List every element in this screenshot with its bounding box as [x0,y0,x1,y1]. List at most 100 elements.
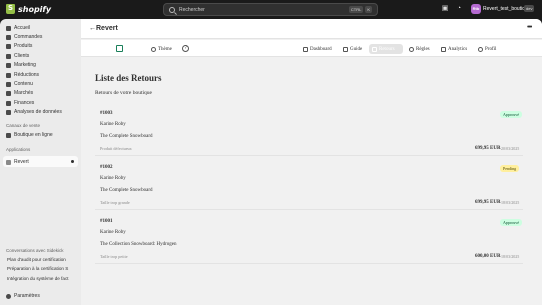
shortcut-key: K [365,6,372,13]
customer-name: Karine Roby [100,230,126,235]
sidebar-item-clients[interactable]: Clients [6,52,29,60]
sidebar-item-reductions[interactable]: Réductions [6,71,39,79]
sidebar-item-label: Revert [14,159,29,165]
sidebar-item-revert[interactable]: Revert [6,158,29,166]
status-badge: Approuvé [500,111,522,118]
app-navigation: Thème ? Dashboard Guide Retours Règles A… [81,40,542,57]
chart-icon [6,109,11,115]
return-number: #1001 [100,219,113,224]
sidekick-icon[interactable]: ▣ [441,5,449,13]
product-name: The Complete Snowboard [100,188,153,193]
tab-theme[interactable]: Thème [148,44,175,54]
more-actions-icon[interactable]: ••• [527,24,532,31]
return-card[interactable]: #1001 Approuvé Karine Roby The Collectio… [95,214,523,264]
user-icon [478,46,483,52]
tab-label: Retours [379,46,395,52]
sidebar-item-online-store[interactable]: Boutique en ligne [6,131,53,139]
return-reason: Taille trop grande [100,200,130,205]
conversations-heading[interactable]: Conversations avec Sidekick [6,248,64,253]
conversation-item[interactable]: Intégration du système de fact [7,276,77,281]
sidebar-item-label: Contenu [14,81,33,87]
tab-label: Règles [416,46,430,52]
sidebar-item-label: Paramètres [14,293,40,299]
return-number: #1003 [100,111,113,116]
sidebar-item-accueil[interactable]: Accueil [6,24,30,32]
sidebar-item-contenu[interactable]: Contenu [6,80,33,88]
back-arrow-icon[interactable]: ← [89,25,96,32]
customer-name: Karine Roby [100,176,126,181]
store-icon [6,132,11,138]
home-icon [6,25,11,31]
tab-label: Guide [350,46,363,52]
tab-regles[interactable]: Règles [406,44,433,54]
return-reason: Produit défectueux [100,146,132,151]
shopify-logo[interactable]: shopify [6,4,51,14]
bell-icon[interactable]: ◔ [455,5,463,13]
sidebar-item-settings[interactable]: Paramètres [6,292,40,300]
sidebar-item-marketing[interactable]: Marketing [6,61,36,69]
sidebar-item-label: Analyses de données [14,109,62,115]
sidebar-item-label: Clients [14,53,30,59]
tab-guide[interactable]: Guide [340,44,365,54]
gear-icon [409,46,414,52]
tab-analytics[interactable]: Analytics [438,44,470,54]
sidebar-item-label: Commandes [14,34,43,40]
store-badge: dev [524,5,535,12]
apps-heading[interactable]: Applications [6,147,30,152]
discount-icon [6,72,11,78]
theme-icon [151,46,156,52]
pin-icon[interactable] [71,160,74,163]
return-reason: Taille trop petite [100,254,128,259]
target-icon [6,62,11,68]
product-name: The Collection Snowboard: Hydrogen [100,242,177,247]
app-header: ← Revert ••• [81,19,542,39]
app-grid-icon [6,159,11,165]
app-title: Revert [96,25,118,32]
sales-channels-heading[interactable]: Canaux de vente [6,123,40,128]
globe-icon [6,90,11,96]
sidebar-item-label: Produits [14,43,33,49]
return-card[interactable]: #1002 Pending Karine Roby The Complete S… [95,160,523,210]
sidebar-item-label: Finances [14,100,35,106]
orders-icon [6,34,11,40]
sidebar-item-produits[interactable]: Produits [6,42,32,50]
sidebar-item-label: Boutique en ligne [14,132,53,138]
app-logo-icon[interactable] [116,45,123,52]
content-icon [6,81,11,87]
book-icon [343,46,348,52]
sidebar: Accueil Commandes Produits Clients Marke… [0,19,81,305]
sidebar-item-label: Réductions [14,72,40,78]
return-card[interactable]: #1003 Approuvé Karine Roby The Complete … [95,106,523,156]
sidebar-item-label: Marketing [14,62,36,68]
search-input[interactable]: Rechercher CTRL K [163,3,378,16]
bank-icon [6,100,11,106]
tab-dashboard[interactable]: Dashboard [300,44,335,54]
page-subtitle: Retours de votre boutique [95,90,152,96]
sidebar-item-analyses[interactable]: Analyses de données [6,108,62,116]
sidebar-item-finances[interactable]: Finances [6,99,34,107]
sidebar-item-commandes[interactable]: Commandes [6,33,42,41]
conversation-item[interactable]: Plan d'audit pour certification [7,257,77,262]
search-icon [169,6,175,13]
gear-icon [6,293,11,299]
person-icon [6,53,11,59]
sidebar-item-label: Accueil [14,25,31,31]
search-placeholder: Rechercher [179,6,205,13]
return-price: 699,95 EUR [475,200,501,205]
tab-retours[interactable]: Retours [369,44,403,54]
dashboard-icon [303,46,308,52]
conversation-item[interactable]: Préparation à la certification S [7,266,77,271]
tab-profil[interactable]: Profil [475,44,499,54]
analytics-icon [441,46,446,52]
page-title: Liste des Retours [95,73,162,83]
help-icon[interactable]: ? [182,45,189,52]
sidebar-item-marches[interactable]: Marchés [6,89,33,97]
product-name: The Complete Snowboard [100,134,153,139]
tab-label: Profil [485,46,497,52]
status-badge: Approuvé [500,219,522,226]
store-avatar[interactable]: Rtb [471,4,481,14]
top-bar: shopify Rechercher CTRL K ▣ ◔ Rtb Revert… [0,0,542,19]
return-price: 699,95 EUR [475,146,501,151]
sidebar-item-label: Marchés [14,90,34,96]
return-number: #1002 [100,165,113,170]
